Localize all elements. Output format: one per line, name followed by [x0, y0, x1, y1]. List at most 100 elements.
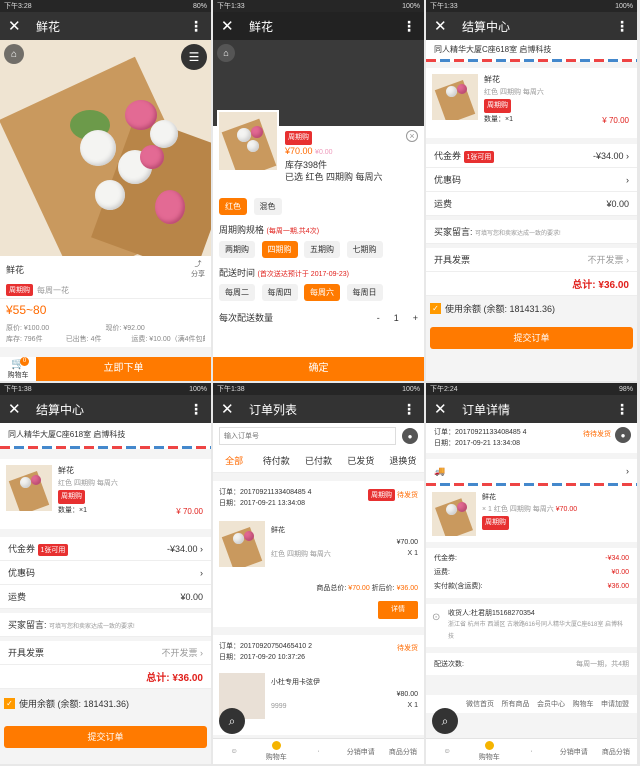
nav-person-icon[interactable]: ☺	[426, 748, 468, 755]
more-icon[interactable]: ⋮	[615, 401, 629, 418]
coupon-label: 代金券:	[434, 555, 457, 562]
close-icon[interactable]: ✕	[8, 17, 32, 35]
user-avatar-icon[interactable]: ●	[402, 428, 418, 444]
promo-label: 优惠码	[434, 175, 462, 185]
share-label: 分享	[191, 271, 205, 278]
cart-button[interactable]: 🛒 购物车 0	[0, 357, 36, 381]
close-icon[interactable]: ✕	[221, 17, 245, 35]
shop-nav-join[interactable]: 申请加盟	[601, 699, 629, 709]
nav-product-distribution[interactable]: 商品分销	[595, 747, 637, 757]
invoice-row[interactable]: 开具发票 不开发票 ›	[426, 248, 637, 272]
paid-label: 实付款(含运费):	[434, 583, 483, 590]
spec-option-5[interactable]: 五期购	[304, 241, 341, 258]
submit-order-button[interactable]: 提交订单	[4, 726, 207, 748]
coupon-row[interactable]: 代金券 1张可用 -¥34.00 ›	[426, 144, 637, 168]
user-avatar-icon[interactable]: ●	[615, 427, 631, 443]
submit-order-button[interactable]: 提交订单	[430, 327, 633, 349]
total-row: 总计: ¥36.00	[0, 665, 211, 689]
selected-text: 已选 红色 四期购 每周六	[285, 172, 383, 182]
day-option-sat[interactable]: 每周六	[304, 284, 341, 301]
promo-row[interactable]: 优惠码 ›	[0, 561, 211, 585]
color-option-red[interactable]: 红色	[219, 198, 247, 215]
buy-now-button[interactable]: 立即下单	[36, 357, 211, 381]
spec-option-4[interactable]: 四期购	[261, 241, 298, 258]
tab-all[interactable]: 全部	[213, 454, 255, 467]
nav-cart[interactable]: 购物车	[255, 741, 297, 762]
more-icon[interactable]: ⋮	[189, 18, 203, 35]
day-option-thu[interactable]: 每周四	[261, 284, 298, 301]
close-icon[interactable]: ✕	[434, 17, 458, 35]
search-menu-icon[interactable]: ⌕	[219, 708, 245, 734]
tab-returns[interactable]: 退换货	[382, 454, 424, 467]
balance-row[interactable]: ✓ 使用余额 (余额: 181431.36)	[0, 689, 211, 718]
item-sub: 9999	[271, 703, 287, 710]
shop-nav-home[interactable]: 微信首页	[466, 699, 494, 709]
delivery-times-row: 配送次数: 每周一期，共4期	[426, 653, 637, 675]
tab-paid[interactable]: 已付款	[297, 454, 339, 467]
nav-distribution-apply[interactable]: 分销申请	[340, 747, 382, 757]
item-thumbnail	[6, 465, 52, 511]
coupon-label: 代金券	[8, 543, 36, 554]
close-icon[interactable]: ✕	[8, 400, 32, 418]
day-option-sun[interactable]: 每周日	[346, 284, 383, 301]
order-search-input[interactable]	[219, 427, 396, 445]
status-battery: 80%	[192, 2, 207, 10]
coupon-row[interactable]: 代金券 1张可用 -¥34.00 ›	[0, 537, 211, 561]
payment-summary: 代金券: -¥34.00 运费: ¥0.00 实付款(含运费): ¥36.00	[426, 548, 637, 598]
page-title: 结算中心	[36, 402, 85, 417]
nav-person-icon[interactable]: ☺	[213, 748, 255, 755]
confirm-button[interactable]: 确定	[213, 357, 424, 381]
qty-label: 每次配送数量	[219, 313, 274, 323]
spec-option-7[interactable]: 七期购	[346, 241, 383, 258]
more-icon[interactable]: ⋮	[615, 18, 629, 35]
promo-row[interactable]: 优惠码 ›	[426, 168, 637, 192]
qty-value[interactable]: 1	[394, 313, 399, 323]
shop-nav-all-products[interactable]: 所有商品	[502, 699, 530, 709]
pink-flower	[457, 84, 467, 94]
home-icon[interactable]: ⌂	[4, 44, 24, 64]
share-button[interactable]: ⤴ 分享	[191, 259, 205, 279]
nav-blank[interactable]: ·	[510, 748, 552, 755]
address-stripe	[426, 59, 637, 62]
qty-minus-button[interactable]: -	[377, 313, 380, 323]
address-text: 同人精华大厦C座618室 启博科技	[434, 45, 552, 54]
times-label: 配送次数:	[434, 661, 464, 668]
more-icon[interactable]: ⋮	[402, 18, 416, 35]
share-menu-icon[interactable]: ☰	[181, 44, 207, 70]
nav-cart[interactable]: 购物车	[468, 741, 510, 762]
address-row[interactable]: 同人精华大厦C座618室 启博科技	[0, 423, 211, 446]
close-icon[interactable]: ✕	[434, 400, 458, 418]
tab-shipped[interactable]: 已发货	[340, 454, 382, 467]
nav-blank[interactable]: ·	[297, 748, 339, 755]
color-option-mixed[interactable]: 混色	[253, 198, 282, 215]
more-icon[interactable]: ⋮	[402, 401, 416, 418]
checkbox-icon[interactable]: ✓	[4, 698, 15, 709]
nav-distribution-apply[interactable]: 分销申请	[553, 747, 595, 757]
spec-option-2[interactable]: 两期购	[219, 241, 255, 258]
shop-nav-member[interactable]: 会员中心	[537, 699, 565, 709]
note-row[interactable]: 买家留言: 可填写您和卖家达成一致的要求!	[426, 220, 637, 244]
checkbox-icon[interactable]: ✓	[430, 303, 441, 314]
close-sheet-icon[interactable]: ×	[406, 130, 418, 142]
address-row[interactable]: 同人精华大厦C座618室 启博科技	[426, 40, 637, 59]
more-icon[interactable]: ⋮	[189, 401, 203, 418]
checkout-screen-2: 下午1:38 100% ✕ 结算中心 ⋮ 同人精华大厦C座618室 启博科技 鲜花…	[0, 383, 211, 764]
cycle-tag: 周期购	[6, 284, 33, 296]
qty-plus-button[interactable]: +	[413, 313, 418, 323]
detail-button[interactable]: 详情	[378, 601, 418, 619]
invoice-label: 开具发票	[8, 648, 45, 658]
day-option-tue[interactable]: 每周二	[219, 284, 255, 301]
balance-row[interactable]: ✓ 使用余额 (余额: 181431.36)	[426, 296, 637, 321]
chevron-right-icon: ›	[200, 543, 203, 554]
nav-product-distribution[interactable]: 商品分销	[382, 747, 424, 757]
shop-nav-cart[interactable]: 购物车	[573, 699, 594, 709]
status-battery: 98%	[618, 385, 633, 393]
note-row[interactable]: 买家留言: 可填写您和卖家达成一致的要求!	[0, 613, 211, 637]
close-icon[interactable]: ✕	[221, 400, 245, 418]
search-menu-icon[interactable]: ⌕	[432, 708, 458, 734]
invoice-row[interactable]: 开具发票 不开发票 ›	[0, 641, 211, 665]
pink-flower	[31, 475, 41, 485]
order-card-1[interactable]: 订单：20170921133408485 4 日期：2017-09-21 13:3…	[213, 481, 424, 627]
tab-unpaid[interactable]: 待付款	[255, 454, 297, 467]
logistics-row[interactable]: 🚚 ›	[426, 459, 637, 483]
